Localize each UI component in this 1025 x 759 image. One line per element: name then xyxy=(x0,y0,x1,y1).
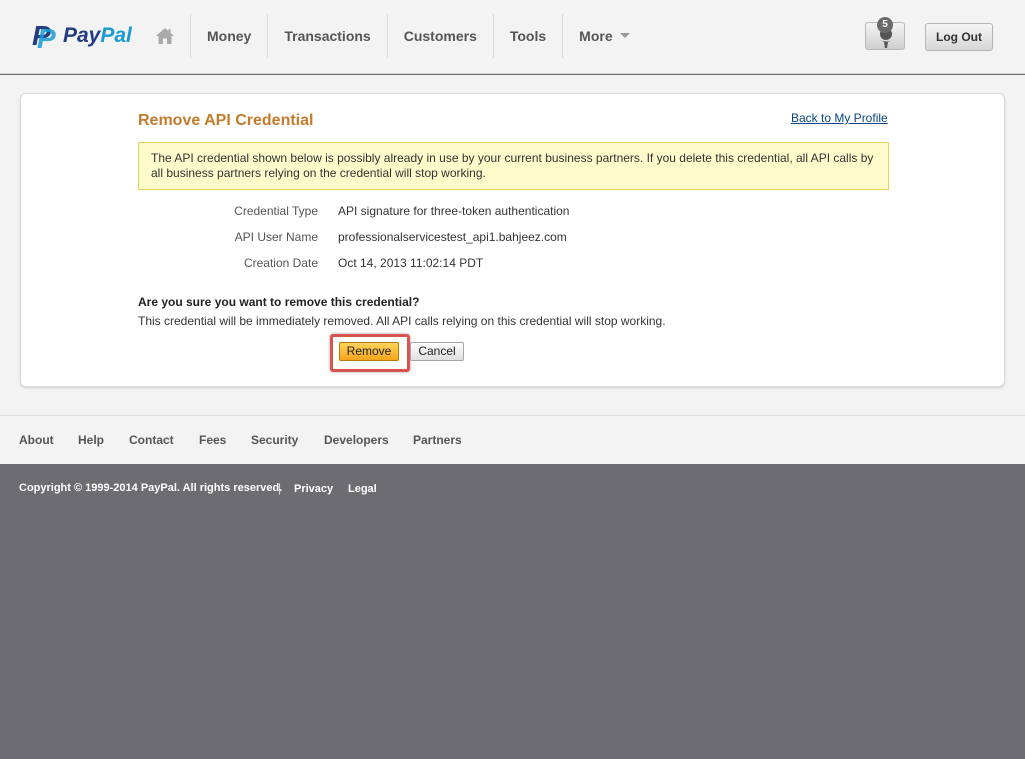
nav-customers[interactable]: Customers xyxy=(386,14,493,58)
paypal-logo[interactable]: PP PayPal xyxy=(32,20,132,54)
detail-row-api-user-name: API User Name professionalservicestest_a… xyxy=(21,230,921,246)
footer-link-developers[interactable]: Developers xyxy=(324,433,389,447)
copyright-text: Copyright © 1999-2014 PayPal. All rights… xyxy=(19,482,283,494)
logo-text-pal: Pal xyxy=(100,24,132,47)
warning-message: The API credential shown below is possib… xyxy=(138,142,889,190)
back-to-profile-link[interactable]: Back to My Profile xyxy=(791,111,888,125)
nav-more-label: More xyxy=(579,28,613,44)
nav-more[interactable]: More xyxy=(562,14,645,58)
footer-link-privacy[interactable]: Privacy xyxy=(294,483,333,495)
paypal-p-mark-icon: PP xyxy=(32,20,56,54)
detail-value: API signature for three-token authentica… xyxy=(338,204,570,218)
detail-value: professionalservicestest_api1.bahjeez.co… xyxy=(338,230,567,244)
nav-money-label: Money xyxy=(207,28,252,44)
nav-customers-label: Customers xyxy=(403,28,477,44)
confirm-description: This credential will be immediately remo… xyxy=(138,314,666,328)
profile-notifications-button[interactable]: 5 xyxy=(865,17,905,50)
footer-link-security[interactable]: Security xyxy=(251,433,298,447)
nav-tools-label: Tools xyxy=(509,28,547,44)
logout-button[interactable]: Log Out xyxy=(925,23,993,51)
cancel-button[interactable]: Cancel xyxy=(410,342,464,361)
caret-down-icon xyxy=(619,32,630,38)
nav-transactions-label: Transactions xyxy=(284,28,371,44)
footer-link-fees[interactable]: Fees xyxy=(199,433,226,447)
home-icon[interactable] xyxy=(155,26,175,46)
footer-link-contact[interactable]: Contact xyxy=(129,433,174,447)
confirm-question: Are you sure you want to remove this cre… xyxy=(138,295,420,309)
notification-badge: 5 xyxy=(877,17,893,33)
footer-link-partners[interactable]: Partners xyxy=(413,433,462,447)
detail-label: Credential Type xyxy=(234,204,318,218)
footer-link-help[interactable]: Help xyxy=(78,433,104,447)
footer-link-about[interactable]: About xyxy=(19,433,54,447)
logo-text-pay: Pay xyxy=(63,24,101,47)
nav-money[interactable]: Money xyxy=(190,14,267,58)
footer-separator: | xyxy=(278,481,282,495)
top-header: PP PayPal Money Transactions Customers T… xyxy=(0,0,1025,74)
page-title: Remove API Credential xyxy=(138,112,314,129)
content-area: Remove API Credential Back to My Profile… xyxy=(0,75,1025,415)
detail-row-credential-type: Credential Type API signature for three-… xyxy=(21,204,921,220)
remove-button[interactable]: Remove xyxy=(339,342,399,361)
paypal-wordmark: PayPal xyxy=(63,22,132,50)
remove-credential-panel: Remove API Credential Back to My Profile… xyxy=(20,93,1005,387)
footer-link-legal[interactable]: Legal xyxy=(348,483,377,495)
footer-nav: About Help Contact Fees Security Develop… xyxy=(0,415,1025,464)
detail-row-creation-date: Creation Date Oct 14, 2013 11:02:14 PDT xyxy=(21,256,921,272)
detail-value: Oct 14, 2013 11:02:14 PDT xyxy=(338,256,484,270)
detail-label: API User Name xyxy=(234,230,318,244)
nav-tools[interactable]: Tools xyxy=(492,14,562,58)
main-nav: Money Transactions Customers Tools More xyxy=(190,14,646,58)
detail-label: Creation Date xyxy=(243,256,318,270)
nav-transactions[interactable]: Transactions xyxy=(267,14,386,58)
